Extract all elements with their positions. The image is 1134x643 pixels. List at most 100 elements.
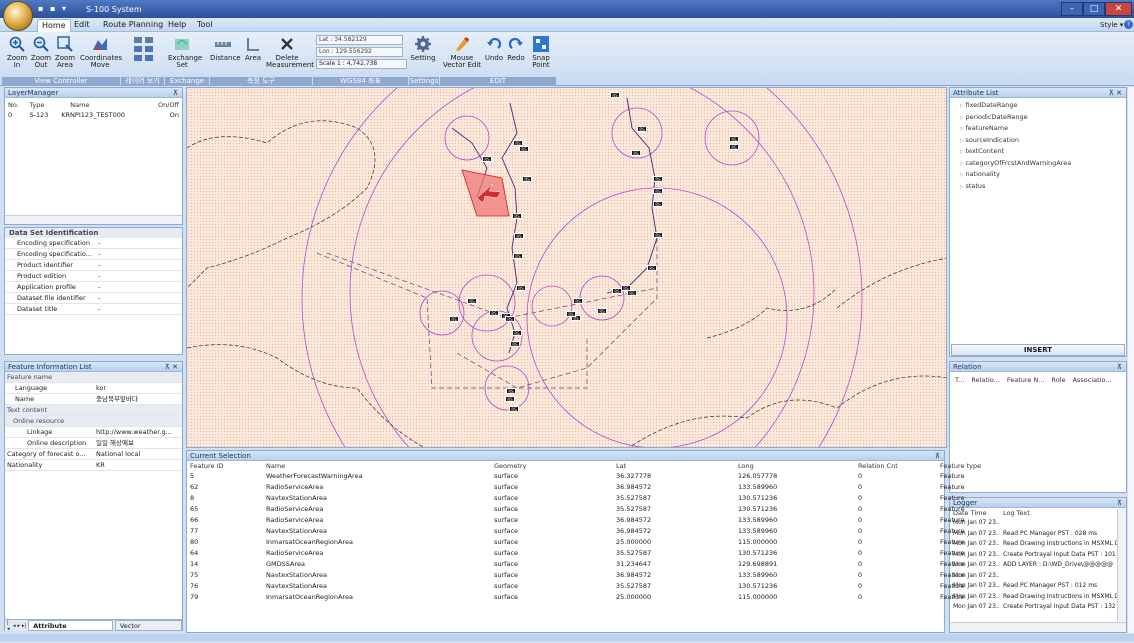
- rs-marker-icon[interactable]: RS: [729, 136, 739, 142]
- style-menu[interactable]: Style ▾: [1100, 21, 1123, 29]
- rs-marker-icon[interactable]: RS: [627, 290, 637, 296]
- zoom-in-button[interactable]: Zoom In: [6, 36, 28, 69]
- coordinates-move-button[interactable]: Coordinates Move: [80, 36, 122, 69]
- list-item[interactable]: status: [950, 181, 1126, 193]
- rs-marker-icon[interactable]: RS: [516, 285, 526, 291]
- feature-info-category[interactable]: Online resource: [5, 415, 182, 427]
- distance-button[interactable]: Distance: [210, 36, 241, 62]
- table-row[interactable]: Encoding specificatio... -: [5, 248, 182, 260]
- zoom-area-button[interactable]: Zoom Area: [54, 36, 76, 69]
- open-icon[interactable]: ▪: [50, 4, 55, 13]
- table-row[interactable]: Language kor: [5, 382, 182, 394]
- rs-marker-icon[interactable]: RS: [505, 396, 515, 402]
- list-item[interactable]: nationality: [950, 169, 1126, 181]
- undo-button[interactable]: Undo: [484, 36, 504, 62]
- rs-marker-icon[interactable]: RS: [513, 253, 523, 259]
- quick-access-icon[interactable]: ▾: [62, 4, 66, 13]
- table-row[interactable]: 80 InmarsatOceanRegionArea surface 25.00000…: [187, 537, 965, 548]
- nav-next-button[interactable]: ▸: [18, 623, 21, 629]
- rs-marker-icon[interactable]: RS: [566, 311, 576, 317]
- pin-icon[interactable]: ⊼: [935, 451, 940, 461]
- table-row[interactable]: Mon Jan 07 23... Read Drawing Instruction…: [950, 539, 1118, 550]
- table-row[interactable]: Mon Jan 07 23... Create Portrayal Input D…: [950, 602, 1118, 613]
- maximize-button[interactable]: □: [1083, 2, 1105, 16]
- tab-vector-information[interactable]: Vector Information: [114, 620, 182, 641]
- rs-marker-icon[interactable]: RS: [573, 298, 583, 304]
- tab-attribute-information[interactable]: Attribute Information: [28, 620, 113, 641]
- table-row[interactable]: Category of forecast o... National local: [5, 448, 182, 460]
- area-button[interactable]: Area: [242, 36, 264, 62]
- table-row[interactable]: Encoding specification -: [5, 238, 182, 249]
- pin-icon[interactable]: ⊼: [173, 88, 178, 98]
- help-icon[interactable]: ?: [1124, 20, 1133, 29]
- rs-marker-icon[interactable]: RS: [653, 232, 663, 238]
- selection-col[interactable]: Feature type: [937, 461, 981, 471]
- list-item[interactable]: sourceIndication: [950, 135, 1126, 147]
- table-row[interactable]: 14 GMDSSArea surface 31.234647 129.698891 0 Fe…: [187, 559, 965, 570]
- table-row[interactable]: Product edition -: [5, 270, 182, 282]
- table-row[interactable]: Mon Jan 07 23... ADD LAYER : D:\WD_Drive\…: [950, 560, 1118, 571]
- save-icon[interactable]: ▪: [38, 4, 43, 13]
- selection-col[interactable]: Feature ID: [187, 461, 263, 471]
- table-row[interactable]: 62 RadioServiceArea surface 36.984572 133.58…: [187, 482, 965, 493]
- rs-marker-icon[interactable]: RS: [514, 233, 524, 239]
- rs-marker-icon[interactable]: RS: [637, 126, 647, 132]
- selection-col[interactable]: Name: [263, 461, 491, 471]
- chart-map-view[interactable]: RS RS RS RS RS RS RS RS RS RS RS RS RS RS RS RS RS RS RS RS…: [186, 87, 947, 448]
- rs-marker-icon[interactable]: RS: [510, 341, 520, 347]
- table-row[interactable]: 5 WeatherForecastWarningArea surface 36.327…: [187, 471, 965, 482]
- rs-marker-icon[interactable]: RS: [519, 146, 529, 152]
- table-row[interactable]: 79 InmarsatOceanRegionArea surface 25.00000…: [187, 592, 965, 603]
- rs-marker-icon[interactable]: RS: [647, 265, 657, 271]
- rs-marker-icon[interactable]: RS: [631, 150, 641, 156]
- table-row[interactable]: 75 NavtexStationArea surface 36.984572 133.5…: [187, 570, 965, 581]
- rs-marker-icon[interactable]: RS: [506, 388, 516, 394]
- close-button[interactable]: ✕: [1105, 2, 1132, 16]
- rs-marker-icon[interactable]: RS: [467, 298, 477, 304]
- horizontal-scrollbar[interactable]: [950, 622, 1126, 632]
- menu-home[interactable]: Home: [37, 19, 71, 32]
- vertical-scrollbar[interactable]: [1117, 509, 1126, 622]
- rs-marker-icon[interactable]: RS: [653, 188, 663, 194]
- table-row[interactable]: Mon Jan 07 23... Create Portrayal Input D…: [950, 550, 1118, 561]
- zoom-out-button[interactable]: Zoom Out: [30, 36, 52, 69]
- pin-icon[interactable]: ⊼: [1117, 498, 1122, 508]
- menu-tool[interactable]: Tool: [193, 19, 217, 31]
- table-row[interactable]: Linkage http://www.weather.g...: [5, 426, 182, 438]
- insert-button[interactable]: INSERT: [951, 344, 1125, 356]
- feature-info-category[interactable]: Feature name: [5, 372, 182, 383]
- table-row[interactable]: 76 NavtexStationArea surface 35.527587 130.5…: [187, 581, 965, 592]
- table-row[interactable]: Online description 일일 해상예보: [5, 437, 182, 449]
- rs-marker-icon[interactable]: RS: [610, 92, 620, 98]
- menu-route-planning[interactable]: Route Planning: [99, 19, 167, 31]
- mouse-vector-edit-button[interactable]: Mouse Vector Edit: [442, 36, 482, 69]
- table-row[interactable]: 0 S-123 KRNPI123_TEST000 On: [5, 110, 182, 120]
- table-row[interactable]: 66 RadioServiceArea surface 36.984572 133.58…: [187, 515, 965, 526]
- feature-info-category[interactable]: Text content: [5, 404, 182, 416]
- rs-marker-icon[interactable]: RS: [449, 316, 459, 322]
- snap-point-button[interactable]: Snap Point: [528, 36, 554, 69]
- rs-marker-icon[interactable]: RS: [512, 330, 522, 336]
- rs-marker-icon[interactable]: RS: [597, 308, 607, 314]
- rs-marker-icon[interactable]: RS: [653, 201, 663, 207]
- table-row[interactable]: Mon Jan 07 23...: [950, 518, 1118, 529]
- table-row[interactable]: 64 RadioServiceArea surface 35.527587 130.57…: [187, 548, 965, 559]
- close-icon[interactable]: ⊼ ✕: [1109, 88, 1122, 98]
- nav-first-button[interactable]: |◂: [7, 620, 11, 632]
- rs-marker-icon[interactable]: RS: [522, 176, 532, 182]
- redo-button[interactable]: Redo: [506, 36, 526, 62]
- table-row[interactable]: Dataset file identifier -: [5, 292, 182, 304]
- list-item[interactable]: featureName: [950, 123, 1126, 135]
- pin-icon[interactable]: ⊼: [1117, 362, 1122, 372]
- table-row[interactable]: Mon Jan 07 23... Read Drawing Instruction…: [950, 592, 1118, 603]
- list-item[interactable]: periodicDateRange: [950, 112, 1126, 124]
- list-item[interactable]: categoryOfFrcstAndWarningArea: [950, 158, 1126, 170]
- list-item[interactable]: textContent: [950, 146, 1126, 158]
- selection-col[interactable]: Long: [735, 461, 855, 471]
- rs-marker-icon[interactable]: RS: [482, 156, 492, 162]
- table-row[interactable]: Application profile -: [5, 281, 182, 293]
- nav-last-button[interactable]: ▸|: [22, 623, 26, 629]
- rs-marker-icon[interactable]: RS: [512, 213, 522, 219]
- horizontal-scrollbar[interactable]: [5, 215, 182, 224]
- list-item[interactable]: fixedDateRange: [950, 100, 1126, 112]
